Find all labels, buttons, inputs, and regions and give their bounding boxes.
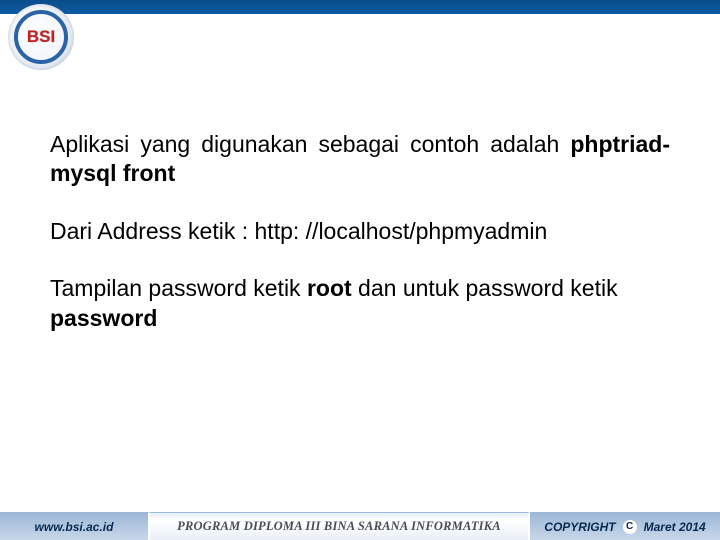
paragraph-address: Dari Address ketik : http: //localhost/p… (50, 217, 670, 246)
footer-program: PROGRAM DIPLOMA III BINA SARANA INFORMAT… (150, 512, 530, 540)
content-area: Aplikasi yang digunakan sebagai contoh a… (50, 130, 670, 361)
slide: BSI Aplikasi yang digunakan sebagai cont… (0, 0, 720, 540)
footer-copyright: COPYRIGHT C Maret 2014 (530, 512, 720, 540)
copyright-icon: C (623, 520, 637, 534)
intro-text: Aplikasi yang digunakan sebagai contoh a… (50, 131, 570, 157)
logo-text: BSI (18, 14, 64, 60)
institution-logo: BSI (8, 4, 74, 70)
pw-root: root (307, 275, 352, 301)
footer: www.bsi.ac.id PROGRAM DIPLOMA III BINA S… (0, 512, 720, 540)
logo-ring: BSI (14, 10, 68, 64)
pw-text-1: Tampilan password ketik (50, 275, 307, 301)
copyright-date: Maret 2014 (644, 520, 706, 534)
pw-password: password (50, 305, 157, 331)
footer-url: www.bsi.ac.id (0, 512, 150, 540)
top-bar (0, 0, 720, 14)
copyright-label: COPYRIGHT (544, 520, 615, 534)
pw-text-2: dan untuk password ketik (352, 275, 618, 301)
paragraph-intro: Aplikasi yang digunakan sebagai contoh a… (50, 130, 670, 189)
paragraph-password: Tampilan password ketik root dan untuk p… (50, 274, 670, 333)
